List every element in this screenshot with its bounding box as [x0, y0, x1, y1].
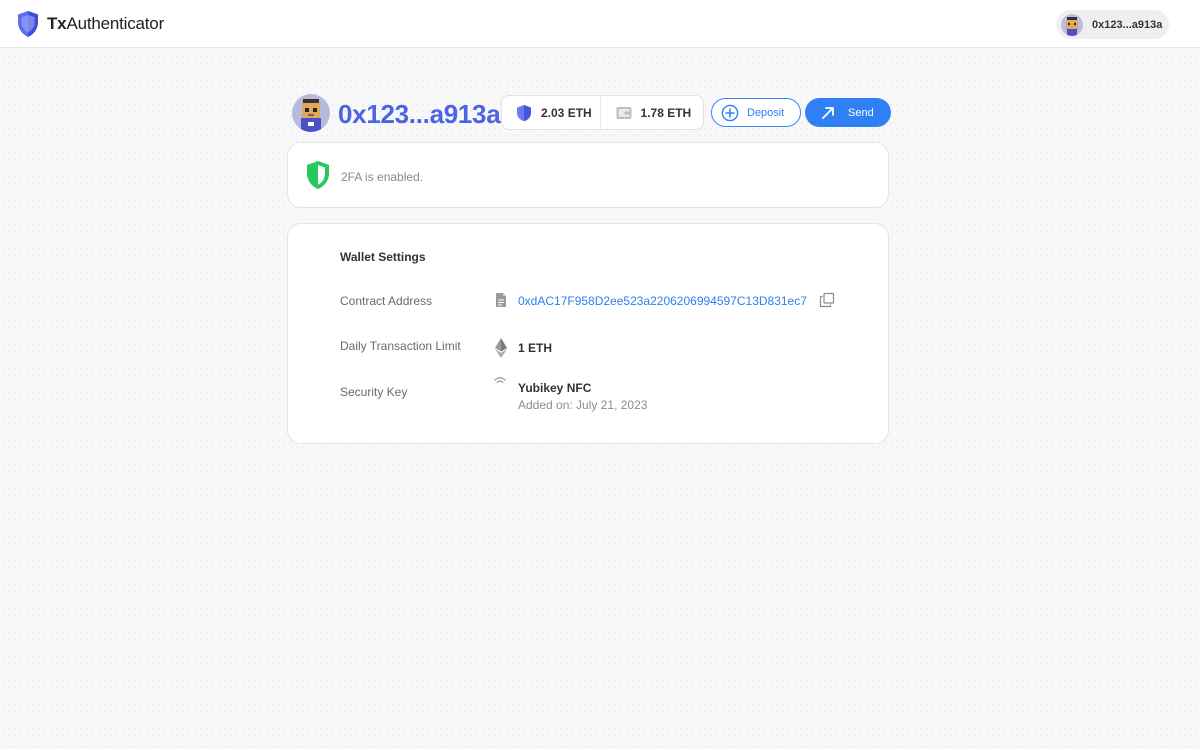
security-key-added-date: Added on: July 21, 2023 [518, 398, 648, 412]
twofa-status-card: 2FA is enabled. [287, 142, 889, 208]
contract-address-link[interactable]: 0xdAC17F958D2ee523a2206206994597C13D831e… [518, 294, 807, 308]
wallet-balance-value: 1.78 ETH [640, 105, 692, 120]
settings-title: Wallet Settings [340, 250, 426, 264]
security-key-name: Yubikey NFC [518, 381, 592, 395]
balances-box: 2.03 ETH 1.78 ETH [501, 95, 704, 130]
document-icon [496, 293, 506, 307]
shield-icon [517, 104, 531, 121]
security-key-label: Security Key [340, 385, 408, 399]
ethereum-icon [495, 338, 507, 358]
nfc-wifi-icon [494, 377, 506, 383]
shield-logo-icon [18, 11, 38, 37]
wallet-avatar [292, 94, 330, 132]
daily-limit-label: Daily Transaction Limit [340, 339, 461, 353]
wallet-icon [616, 106, 632, 119]
secured-balance: 2.03 ETH [502, 96, 600, 129]
wallet-address-title[interactable]: 0x123...a913a [338, 98, 501, 130]
brand-name: TxAuthenticator [47, 14, 165, 33]
twofa-status-text: 2FA is enabled. [341, 170, 424, 184]
shield-check-icon [307, 161, 329, 189]
contract-address-label: Contract Address [340, 294, 433, 308]
top-navbar: TxAuthenticator 0x123...a913a [0, 0, 1200, 48]
secured-balance-value: 2.03 ETH [541, 105, 592, 120]
send-label: Send [848, 106, 874, 119]
daily-limit-value: 1 ETH [518, 341, 553, 355]
wallet-settings-card: Wallet Settings Contract Address 0xdAC17… [287, 223, 889, 444]
send-button[interactable]: Send [805, 98, 891, 127]
account-avatar [1061, 13, 1083, 36]
arrow-up-right-icon [822, 106, 834, 119]
account-address: 0x123...a913a [1092, 18, 1163, 31]
deposit-button[interactable]: Deposit [711, 98, 801, 127]
copy-icon[interactable] [819, 292, 835, 308]
wallet-balance: 1.78 ETH [599, 96, 703, 129]
brand-logo[interactable]: TxAuthenticator [16, 10, 164, 38]
account-button[interactable]: 0x123...a913a [1056, 10, 1169, 39]
deposit-label: Deposit [747, 106, 785, 119]
plus-circle-icon [721, 104, 739, 121]
